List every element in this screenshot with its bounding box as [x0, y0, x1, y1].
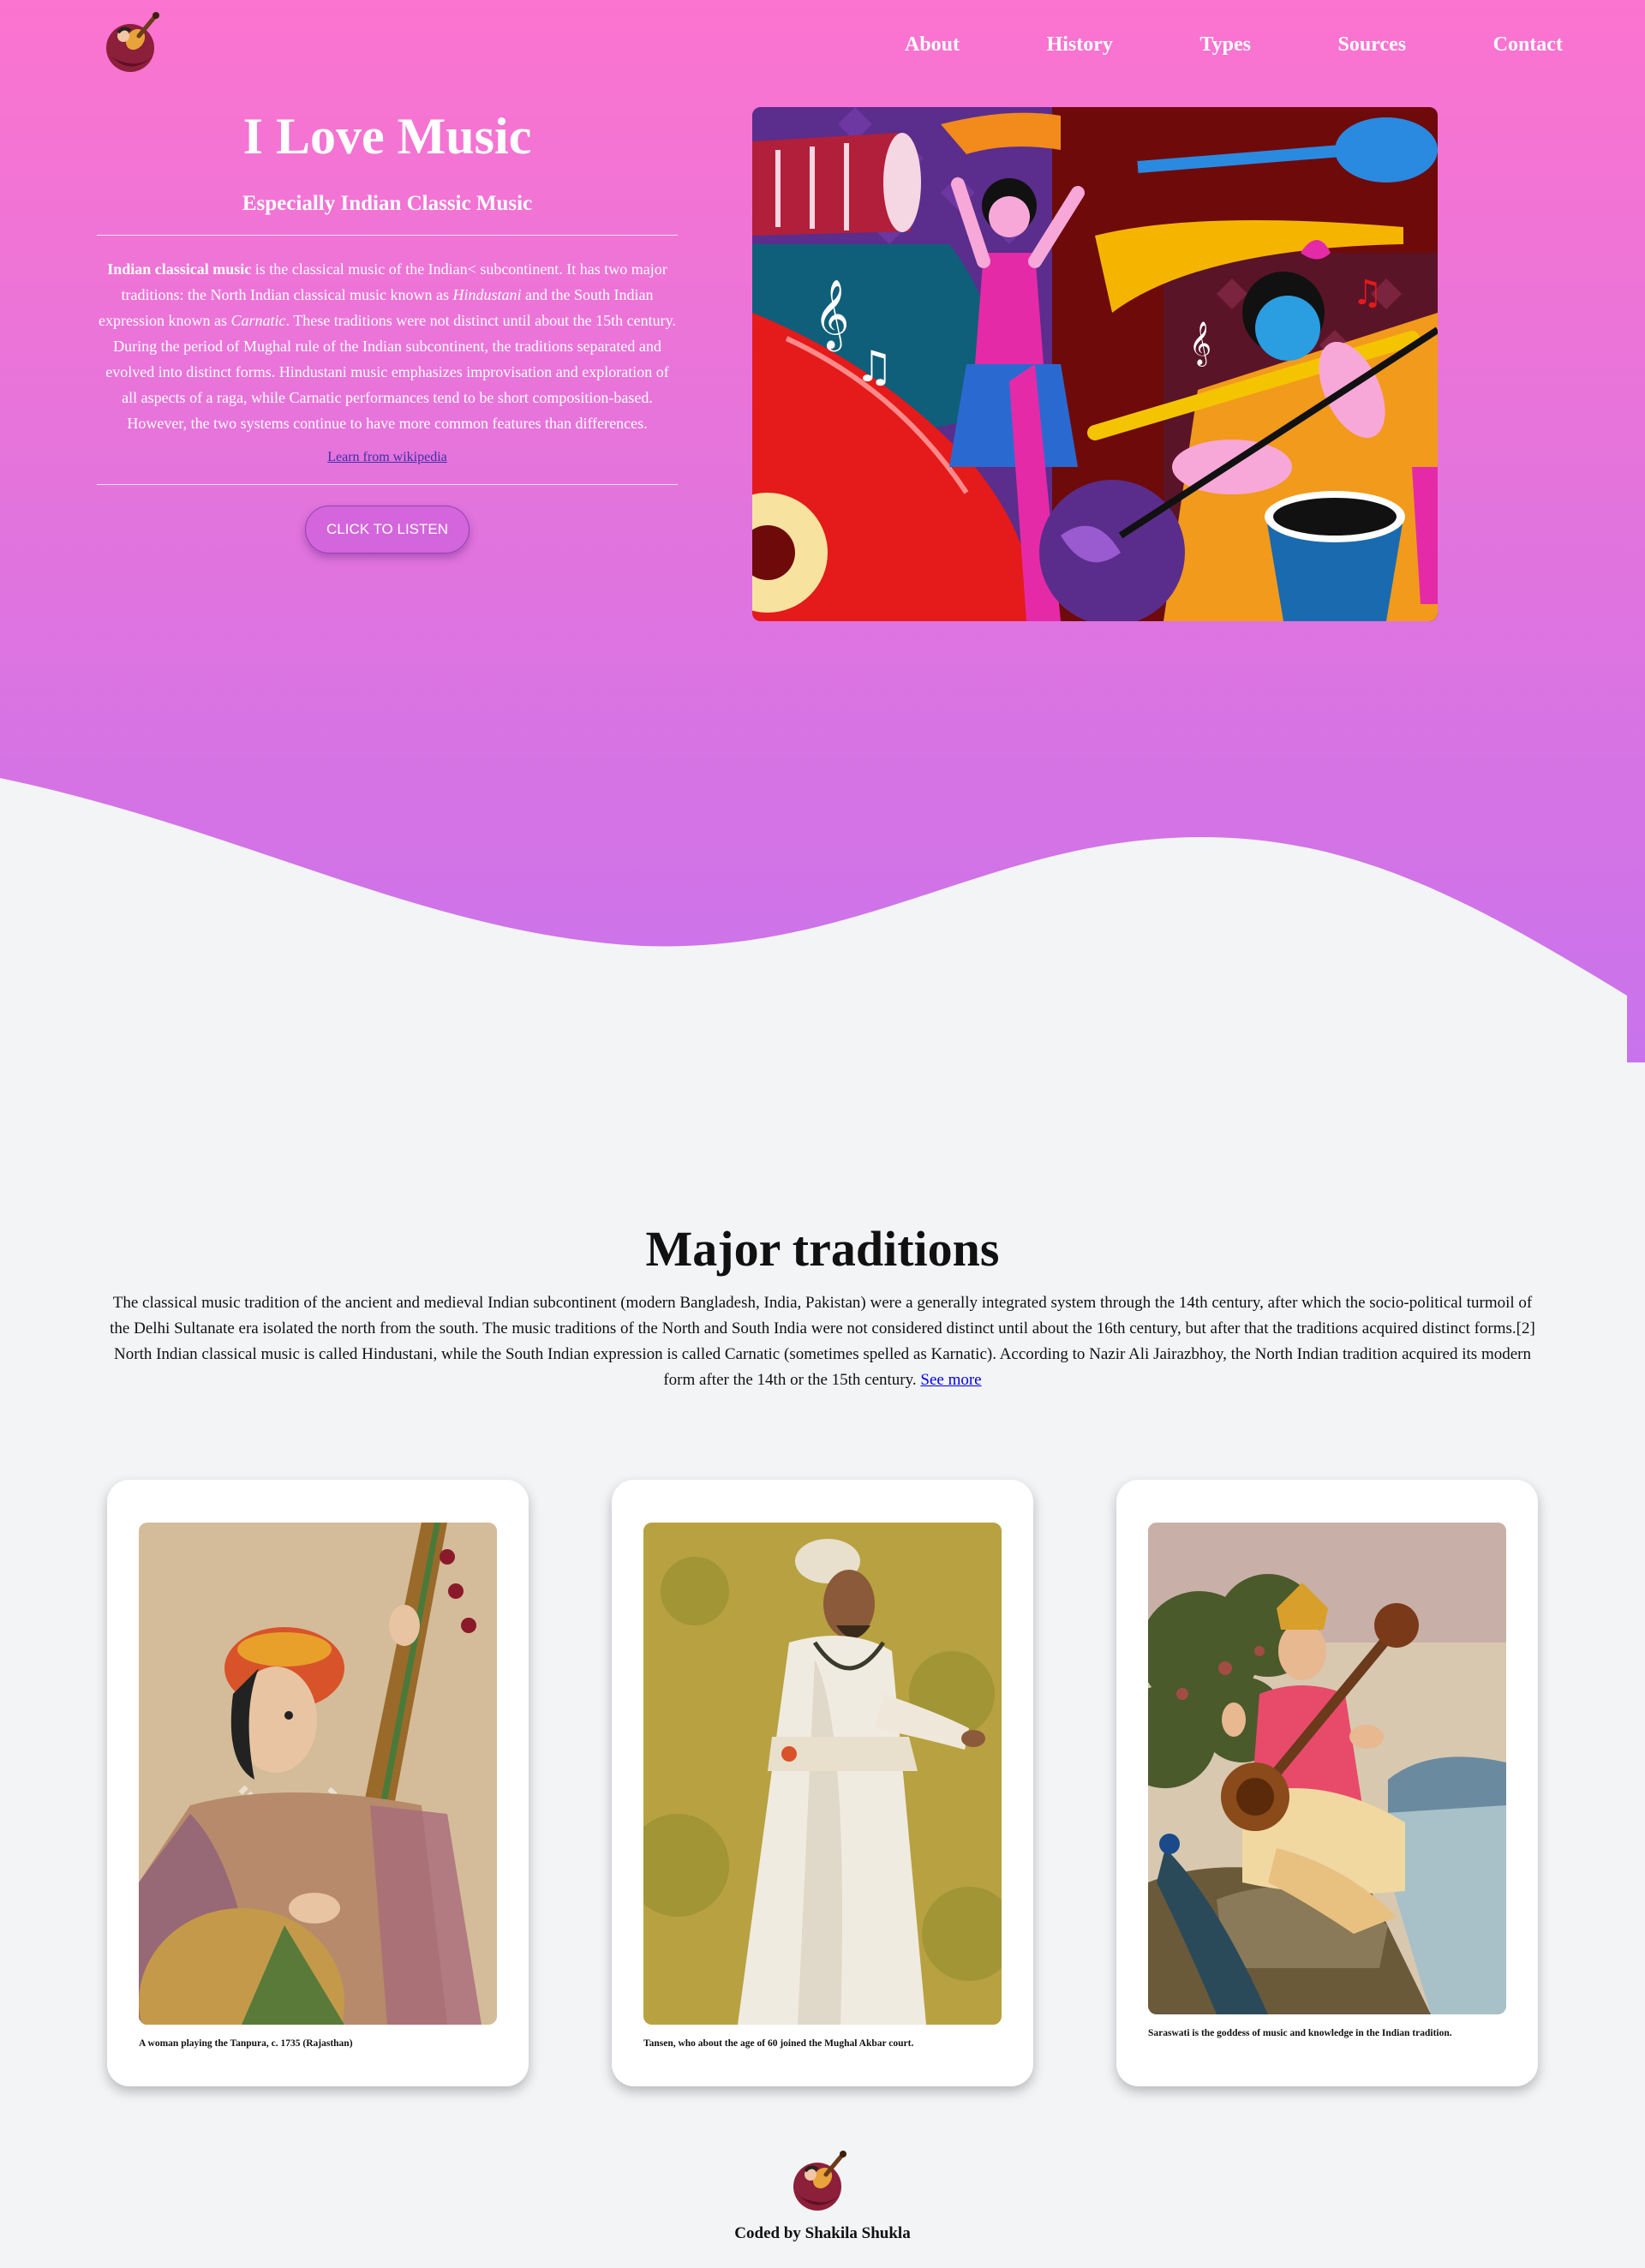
listen-button[interactable]: CLICK TO LISTEN	[305, 506, 470, 554]
traditions-title: Major traditions	[645, 1221, 1000, 1277]
card-row: A woman playing the Tanpura, c. 1735 (Ra…	[0, 1480, 1645, 2088]
nav-types[interactable]: Types	[1199, 33, 1251, 57]
tanpura-painting	[139, 1523, 497, 2025]
saraswati-painting	[1148, 1523, 1506, 2014]
svg-text:𝄞: 𝄞	[1189, 321, 1211, 367]
intro-text-3: . These traditions were not distinct unt…	[105, 312, 676, 432]
traditions-paragraph: The classical music tradition of the anc…	[103, 1290, 1542, 1393]
main-nav: About History Types Sources Contact	[900, 27, 1568, 62]
footer-logo-icon	[793, 2151, 846, 2211]
card-tansen: Tansen, who about the age of 60 joined t…	[612, 1480, 1033, 2086]
nav-contact[interactable]: Contact	[1493, 33, 1563, 57]
divider	[97, 484, 678, 485]
nav-history[interactable]: History	[1047, 33, 1113, 57]
hero-section: About History Types Sources Contact I Lo…	[0, 0, 1645, 1062]
svg-text:𝄞: 𝄞	[814, 278, 849, 351]
svg-text:♫: ♫	[855, 342, 894, 392]
footer-credit: Coded by Shakila Shukla	[734, 2224, 911, 2242]
traditions-text: The classical music tradition of the anc…	[110, 1294, 1535, 1389]
intro-panel: I Love Music Especially Indian Classic M…	[97, 101, 678, 554]
see-more-link[interactable]: See more	[920, 1371, 981, 1389]
intro-paragraph: Indian classical music is the classical …	[97, 256, 678, 436]
wikipedia-link[interactable]: Learn from wikipedia	[327, 450, 447, 465]
page-title: I Love Music	[242, 108, 532, 165]
intro-carnatic: Carnatic	[230, 312, 286, 329]
nav-about[interactable]: About	[905, 33, 960, 57]
card-caption: A woman playing the Tanpura, c. 1735 (Ra…	[139, 2038, 353, 2049]
logo-icon[interactable]	[105, 10, 161, 74]
music-illustration: 𝄞 ♫ 𝄞 ♫	[752, 107, 1438, 621]
card-tanpura: A woman playing the Tanpura, c. 1735 (Ra…	[107, 1480, 529, 2086]
intro-hindustani: Hindustani	[452, 286, 522, 303]
card-caption: Saraswati is the goddess of music and kn…	[1148, 2028, 1452, 2038]
card-saraswati: Saraswati is the goddess of music and kn…	[1116, 1480, 1538, 2086]
divider	[97, 235, 678, 236]
intro-lead: Indian classical music	[107, 260, 252, 278]
svg-text:♫: ♫	[1352, 273, 1383, 313]
page-subtitle: Especially Indian Classic Music	[242, 192, 533, 215]
tansen-painting	[643, 1523, 1002, 2025]
traditions-section: Major traditions The classical music tra…	[0, 1217, 1645, 1393]
nav-sources[interactable]: Sources	[1338, 33, 1407, 57]
card-caption: Tansen, who about the age of 60 joined t…	[643, 2038, 914, 2049]
